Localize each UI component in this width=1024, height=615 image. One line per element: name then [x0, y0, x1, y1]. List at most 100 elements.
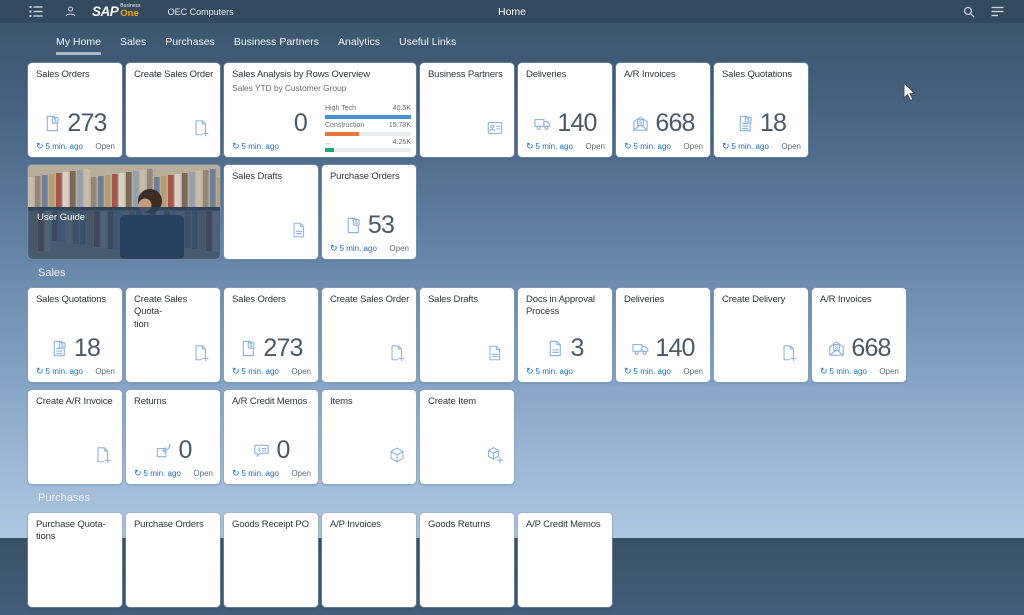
open-link[interactable]: Open: [781, 142, 801, 151]
refresh-timestamp[interactable]: ↻5 min. ago: [36, 141, 83, 152]
tile-sales-drafts[interactable]: Sales Drafts: [420, 288, 514, 382]
tile-kpi: $668: [618, 109, 708, 138]
refresh-timestamp[interactable]: ↻5 min. ago: [526, 366, 573, 377]
refresh-timestamp[interactable]: ↻5 min. ago: [624, 366, 671, 377]
tab-my-home[interactable]: My Home: [56, 36, 101, 57]
tile-a-r-invoices[interactable]: A/R Invoices$668↻5 min. agoOpen: [812, 288, 906, 382]
open-link[interactable]: Open: [879, 367, 899, 376]
refresh-time-text: 5 min. ago: [634, 142, 671, 151]
tile-create-item[interactable]: Create Item: [420, 390, 514, 484]
micro-chart-head: High Tech40.5K: [325, 105, 411, 114]
tile-kpi: $0: [226, 436, 316, 465]
tile-sales-quotations[interactable]: Sales Quotations $18 ↻5 min. ago Open: [714, 63, 808, 157]
svg-text:$: $: [747, 118, 750, 124]
tile-kpi: 0: [128, 436, 218, 465]
menu-list-icon[interactable]: [29, 5, 43, 18]
tile-count: 0: [178, 436, 191, 465]
notifications-icon[interactable]: [991, 6, 1004, 17]
open-link[interactable]: Open: [193, 469, 213, 478]
tile-purchase-orders[interactable]: Purchase Orders: [126, 513, 220, 607]
tile-returns[interactable]: Returns0↻5 min. agoOpen: [126, 390, 220, 484]
tile-deliveries[interactable]: Deliveries 140 ↻5 min. ago Open: [616, 288, 710, 382]
tile-kpi: $18: [716, 109, 806, 138]
tab-purchases[interactable]: Purchases: [165, 36, 215, 57]
tile-user-guide[interactable]: User Guide: [28, 165, 220, 259]
tile-sales-analysis-by-rows-overview[interactable]: Sales Analysis by Rows OverviewSales YTD…: [224, 63, 416, 157]
refresh-icon: ↻: [624, 141, 632, 152]
tile-deliveries[interactable]: Deliveries140↻5 min. agoOpen: [518, 63, 612, 157]
tile-create-sales-quota-tion[interactable]: Create Sales Quota- tion: [126, 288, 220, 382]
user-icon[interactable]: [64, 5, 77, 18]
tile-kpi: $53: [324, 211, 414, 240]
tile-sales-drafts[interactable]: Sales Drafts: [224, 165, 318, 259]
svg-text:$: $: [355, 220, 358, 226]
tab-analytics[interactable]: Analytics: [338, 36, 380, 57]
refresh-timestamp[interactable]: ↻5 min. ago: [36, 366, 83, 377]
tile-count: 273: [67, 109, 106, 138]
tab-sales[interactable]: Sales: [120, 36, 146, 57]
refresh-time-text: 5 min. ago: [242, 367, 279, 376]
tab-business-partners[interactable]: Business Partners: [234, 36, 319, 57]
micro-chart-label: Construction: [325, 122, 364, 131]
micro-chart-bar-fill: [325, 115, 411, 119]
doc-lines-icon: [486, 344, 504, 362]
tile-sales-quotations[interactable]: Sales Quotations$18↻5 min. agoOpen: [28, 288, 122, 382]
tile-title: Purchase Orders: [134, 519, 215, 531]
tile-title: Deliveries: [624, 294, 705, 306]
refresh-timestamp[interactable]: ↻5 min. ago: [722, 141, 769, 152]
tile-business-partners[interactable]: Business Partners: [420, 63, 514, 157]
refresh-timestamp[interactable]: ↻5 min. ago: [330, 243, 377, 254]
open-link[interactable]: Open: [95, 367, 115, 376]
sap-business-one-logo[interactable]: SAP Business One: [92, 4, 141, 19]
refresh-timestamp[interactable]: ↻5 min. ago: [526, 141, 573, 152]
open-link[interactable]: Open: [683, 367, 703, 376]
refresh-timestamp[interactable]: ↻5 min. ago: [624, 141, 671, 152]
refresh-timestamp[interactable]: ↻5 min. ago: [232, 366, 279, 377]
tile-create-sales-order[interactable]: Create Sales Order: [126, 63, 220, 157]
tile-a-r-invoices[interactable]: A/R Invoices$668↻5 min. agoOpen: [616, 63, 710, 157]
open-link[interactable]: Open: [389, 244, 409, 253]
svg-text:$: $: [639, 120, 642, 126]
open-link[interactable]: Open: [291, 469, 311, 478]
tile-docs-in-approval-process[interactable]: Docs in Approval Process3↻5 min. ago: [518, 288, 612, 382]
tile-a-r-credit-memos[interactable]: A/R Credit Memos$0↻5 min. agoOpen: [224, 390, 318, 484]
refresh-timestamp[interactable]: ↻5 min. ago: [232, 468, 279, 479]
tile-create-sales-order[interactable]: Create Sales Order: [322, 288, 416, 382]
refresh-timestamp[interactable]: ↻5 min. ago: [820, 366, 867, 377]
tile-sales-orders[interactable]: Sales Orders$273↻5 min. agoOpen: [28, 63, 122, 157]
svg-text:$: $: [61, 343, 64, 349]
tile-kpi: 3: [520, 334, 610, 363]
doc-dollar-icon: $: [239, 339, 258, 358]
section-title-sales: Sales: [38, 267, 906, 280]
tile-goods-receipt-po[interactable]: Goods Receipt PO: [224, 513, 318, 607]
tile-a-p-invoices[interactable]: A/P Invoices: [322, 513, 416, 607]
tile-items[interactable]: Items: [322, 390, 416, 484]
open-link[interactable]: Open: [95, 142, 115, 151]
refresh-timestamp[interactable]: ↻5 min. ago: [232, 141, 279, 152]
tile-purchase-quota-tions[interactable]: Purchase Quota- tions: [28, 513, 122, 607]
tile-create-a-r-invoice[interactable]: Create A/R Invoice: [28, 390, 122, 484]
micro-chart-row: High Tech40.5K: [325, 105, 411, 119]
tile-sales-orders[interactable]: Sales Orders$273↻5 min. agoOpen: [224, 288, 318, 382]
tile-count: 140: [655, 334, 694, 363]
tile-purchase-orders[interactable]: Purchase Orders$53↻5 min. agoOpen: [322, 165, 416, 259]
truck-icon: [533, 114, 552, 133]
tile-footer: ↻5 min. ago Open: [36, 141, 115, 152]
tile-create-delivery[interactable]: Create Delivery: [714, 288, 808, 382]
open-link[interactable]: Open: [585, 142, 605, 151]
refresh-time-text: 5 min. ago: [536, 142, 573, 151]
refresh-icon: ↻: [36, 141, 44, 152]
tile-title: Items: [330, 396, 411, 408]
refresh-timestamp[interactable]: ↻5 min. ago: [134, 468, 181, 479]
tile-title: Sales Quotations: [722, 69, 803, 81]
open-link[interactable]: Open: [291, 367, 311, 376]
tile-a-p-credit-memos[interactable]: A/P Credit Memos: [518, 513, 612, 607]
doc-dollar-lines-icon: $: [50, 339, 69, 358]
micro-chart-bar-track: [325, 132, 411, 136]
tab-useful-links[interactable]: Useful Links: [399, 36, 456, 57]
tile-goods-returns[interactable]: Goods Returns: [420, 513, 514, 607]
open-link[interactable]: Open: [683, 142, 703, 151]
tile-footer: ↻5 min. ago Open: [624, 141, 703, 152]
search-icon[interactable]: [963, 6, 975, 18]
tile-footer: ↻5 min. ago: [232, 141, 409, 152]
